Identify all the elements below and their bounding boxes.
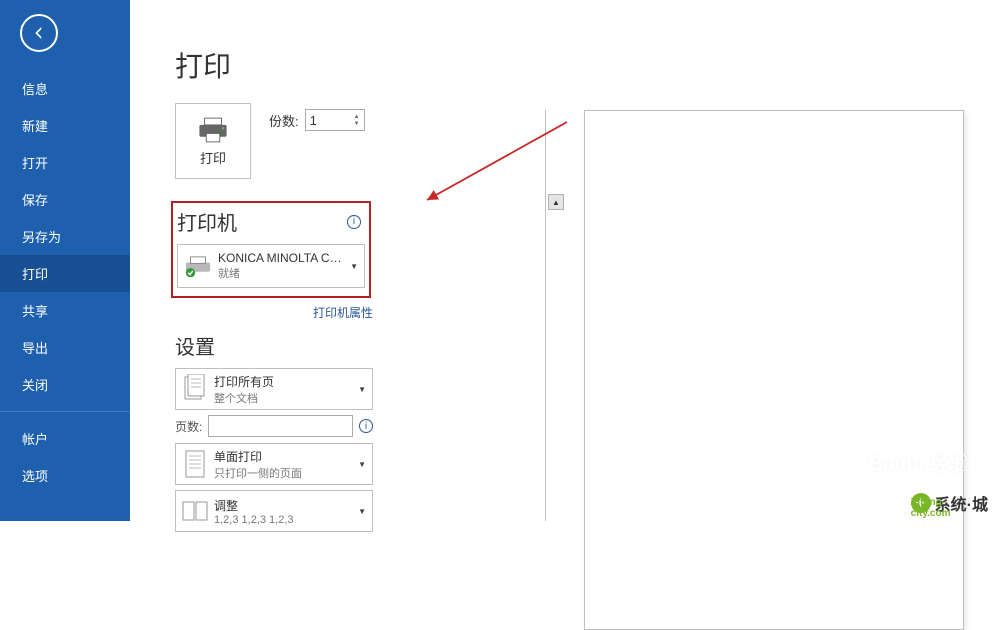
watermark-site: ✦ 系统·城 Xitong-city.com [911, 491, 988, 515]
collate-sub: 1,2,3 1,2,3 1,2,3 [214, 514, 366, 526]
scope-main: 打印所有页 [214, 373, 366, 390]
settings-section: 打印所有页 整个文档 ▼ 页数: i 单面打印 只打印一侧的页面 ▼ [175, 368, 373, 532]
copies-spinner[interactable]: ▲▼ [354, 114, 360, 127]
sidebar-item-info[interactable]: 信息 [0, 70, 130, 107]
copies-label: 份数: [269, 111, 299, 130]
printer-section-highlight: 打印机 i KONICA MINOLTA C… 就绪 ▼ [171, 201, 371, 298]
copies-input[interactable]: 1 ▲▼ [305, 109, 365, 131]
collate-main: 调整 [214, 497, 366, 514]
printer-select[interactable]: KONICA MINOLTA C… 就绪 ▼ [177, 244, 365, 288]
duplex-main: 单面打印 [214, 448, 366, 465]
print-button-label: 打印 [200, 148, 226, 167]
sidebar-item-export[interactable]: 导出 [0, 329, 130, 366]
pages-input[interactable] [208, 415, 353, 437]
document-stack-icon [182, 374, 208, 404]
chevron-down-icon: ▼ [358, 507, 366, 516]
single-side-icon [182, 449, 208, 479]
settings-section-title-text: 设置 [175, 331, 215, 360]
scroll-up-button[interactable]: ▲ [548, 194, 564, 210]
scope-sub: 整个文档 [214, 390, 366, 406]
sidebar-item-print[interactable]: 打印 [0, 255, 130, 292]
info-icon[interactable]: i [347, 215, 361, 229]
watermark-baidu: Baidu 经验 [869, 447, 970, 476]
watermark-url: Xitong-city.com [911, 497, 974, 519]
chevron-down-icon: ▼ [358, 460, 366, 469]
printer-labels: KONICA MINOLTA C… 就绪 [218, 251, 358, 281]
sidebar-item-saveas[interactable]: 另存为 [0, 218, 130, 255]
info-icon[interactable]: i [359, 419, 373, 433]
duplex-sub: 只打印一侧的页面 [214, 465, 366, 481]
pages-label: 页数: [175, 418, 202, 435]
copies-row: 份数: 1 ▲▼ [269, 109, 365, 131]
sidebar-item-new[interactable]: 新建 [0, 107, 130, 144]
sidebar-divider [0, 411, 130, 412]
chevron-down-icon: ▼ [358, 385, 366, 394]
sidebar-item-account[interactable]: 帐户 [0, 420, 130, 457]
printer-name: KONICA MINOLTA C… [218, 251, 358, 265]
preview-page [584, 110, 964, 630]
sidebar-item-open[interactable]: 打开 [0, 144, 130, 181]
duplex-select[interactable]: 单面打印 只打印一侧的页面 ▼ [175, 443, 373, 485]
printer-status-icon [184, 255, 212, 277]
print-backstage: 打印 打印 份数: 1 ▲▼ 打印机 i [130, 0, 1000, 521]
printer-icon [196, 116, 230, 144]
printer-section-title-text: 打印机 [177, 207, 237, 236]
sidebar-item-share[interactable]: 共享 [0, 292, 130, 329]
printer-section-title: 打印机 i [177, 207, 365, 236]
collate-select[interactable]: 调整 1,2,3 1,2,3 1,2,3 ▼ [175, 490, 373, 532]
backstage-sidebar: 信息 新建 打开 保存 另存为 打印 共享 导出 关闭 帐户 选项 [0, 0, 130, 521]
sidebar-item-close[interactable]: 关闭 [0, 366, 130, 403]
collate-icon [182, 496, 208, 526]
sidebar-item-options[interactable]: 选项 [0, 457, 130, 494]
sidebar-item-save[interactable]: 保存 [0, 181, 130, 218]
copies-value: 1 [310, 113, 317, 128]
chevron-down-icon: ▼ [350, 262, 358, 271]
arrow-left-icon [30, 24, 48, 42]
printer-status: 就绪 [218, 265, 358, 281]
back-button[interactable] [20, 14, 58, 52]
print-scope-select[interactable]: 打印所有页 整个文档 ▼ [175, 368, 373, 410]
page-title: 打印 [175, 45, 1000, 85]
print-button[interactable]: 打印 [175, 103, 251, 179]
pages-row: 页数: i [175, 415, 373, 437]
printer-properties-link[interactable]: 打印机属性 [175, 304, 373, 321]
